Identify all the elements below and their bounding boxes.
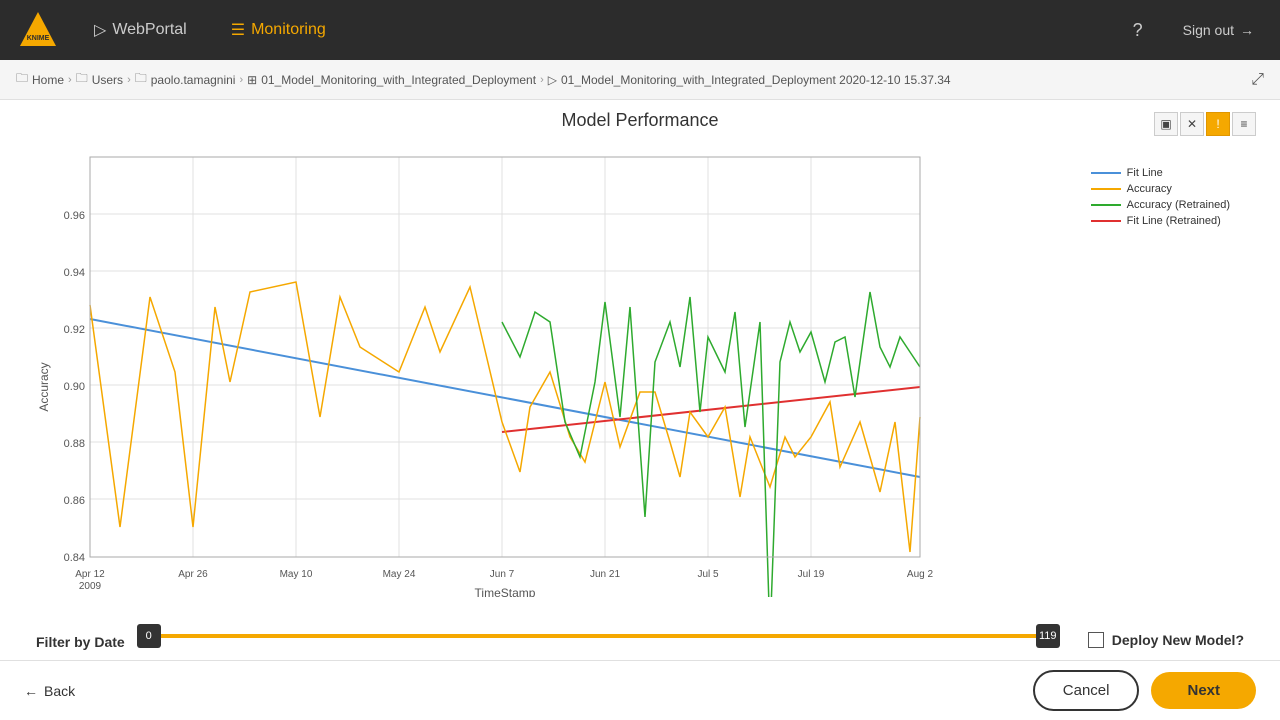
logo-area[interactable]: KNIME — [16, 8, 60, 52]
legend-fit-line: Fit Line — [1091, 167, 1230, 179]
chart-ctrl-2[interactable]: ✕ — [1180, 112, 1204, 136]
help-button[interactable]: ? — [1127, 14, 1149, 47]
svg-text:Jun 21: Jun 21 — [590, 569, 620, 580]
breadcrumb: 🗀 Home › 🗀 Users › 🗀 paolo.tamagnini › ⊞… — [0, 60, 1280, 100]
bottom-bar: ← Back Cancel Next — [0, 660, 1280, 720]
folder-icon-3: 🗀 — [135, 69, 147, 90]
legend-accuracy-retrained: Accuracy (Retrained) — [1091, 199, 1230, 211]
back-button[interactable]: ← Back — [24, 683, 75, 699]
legend-fit-line-retrained: Fit Line (Retrained) — [1091, 215, 1230, 227]
svg-text:0.90: 0.90 — [64, 381, 85, 393]
svg-text:May 10: May 10 — [280, 569, 313, 580]
svg-text:Apr 26: Apr 26 — [178, 569, 208, 580]
legend-accuracy: Accuracy — [1091, 183, 1230, 195]
workflow-icon: ⊞ — [247, 73, 257, 87]
svg-text:0.86: 0.86 — [64, 495, 85, 507]
chart-legend: Fit Line Accuracy Accuracy (Retrained) F… — [1091, 167, 1230, 231]
breadcrumb-user[interactable]: 🗀 paolo.tamagnini — [135, 69, 236, 90]
breadcrumb-users[interactable]: 🗀 Users — [76, 69, 123, 90]
breadcrumb-sep-2: › — [127, 74, 131, 86]
webportal-nav-item[interactable]: ▷ WebPortal — [84, 14, 197, 46]
top-navigation: KNIME ▷ WebPortal ☰ Monitoring ? Sign ou… — [0, 0, 1280, 60]
svg-text:0.88: 0.88 — [64, 438, 85, 450]
slider-thumb-left[interactable]: 0 — [137, 624, 161, 648]
svg-text:0.96: 0.96 — [64, 210, 85, 222]
svg-text:TimeStamp: TimeStamp — [475, 586, 536, 597]
svg-text:0.84: 0.84 — [64, 552, 85, 564]
chart-ctrl-warning[interactable]: ! — [1206, 112, 1230, 136]
monitoring-nav-item[interactable]: ☰ Monitoring — [221, 14, 336, 46]
svg-text:KNIME: KNIME — [27, 35, 50, 42]
svg-text:Accuracy: Accuracy — [37, 362, 51, 411]
folder-icon-2: 🗀 — [76, 69, 88, 90]
breadcrumb-workflow[interactable]: ⊞ 01_Model_Monitoring_with_Integrated_De… — [247, 73, 536, 87]
monitoring-icon: ☰ — [231, 20, 245, 40]
deploy-checkbox[interactable] — [1088, 632, 1104, 648]
breadcrumb-sep-4: › — [540, 74, 544, 86]
sign-out-button[interactable]: Sign out → — [1173, 16, 1264, 44]
expand-button[interactable]: ⤢ — [1251, 71, 1264, 89]
folder-icon: 🗀 — [16, 69, 28, 90]
chart-title: Model Performance — [20, 110, 1260, 131]
chart-controls: ▣ ✕ ! ≡ — [1154, 112, 1256, 136]
main-content: ▣ ✕ ! ≡ Model Performance Accuracy — [0, 100, 1280, 680]
svg-text:0.92: 0.92 — [64, 324, 85, 336]
svg-text:May 24: May 24 — [383, 569, 416, 580]
svg-text:Apr 12: Apr 12 — [75, 569, 105, 580]
breadcrumb-sep-1: › — [68, 74, 72, 86]
sign-out-icon: → — [1240, 22, 1254, 38]
deploy-label: Deploy New Model? — [1112, 632, 1244, 648]
webportal-label: WebPortal — [112, 21, 186, 39]
sign-out-label: Sign out — [1183, 22, 1234, 38]
svg-text:0.94: 0.94 — [64, 267, 85, 279]
next-button[interactable]: Next — [1151, 672, 1256, 709]
svg-text:Jul 5: Jul 5 — [697, 569, 719, 580]
slider-thumb-right[interactable]: 119 — [1036, 624, 1060, 648]
svg-text:Jun 7: Jun 7 — [490, 569, 515, 580]
svg-text:Jul 19: Jul 19 — [798, 569, 825, 580]
svg-text:Aug 2: Aug 2 — [907, 569, 934, 580]
chart-ctrl-menu[interactable]: ≡ — [1232, 112, 1256, 136]
chart-ctrl-1[interactable]: ▣ — [1154, 112, 1178, 136]
play-icon: ▷ — [94, 20, 106, 40]
monitoring-label: Monitoring — [251, 21, 326, 39]
knime-logo: KNIME — [16, 8, 60, 52]
breadcrumb-run[interactable]: ▷ 01_Model_Monitoring_with_Integrated_De… — [548, 73, 951, 87]
chart-wrapper: Accuracy 0.84 0.86 — [20, 137, 1260, 602]
back-arrow-icon: ← — [24, 683, 38, 699]
breadcrumb-home[interactable]: 🗀 Home — [16, 69, 64, 90]
svg-text:2009: 2009 — [79, 581, 102, 592]
chart-svg: Accuracy 0.84 0.86 — [30, 137, 950, 597]
run-icon: ▷ — [548, 73, 557, 87]
breadcrumb-sep-3: › — [239, 74, 243, 86]
cancel-button[interactable]: Cancel — [1033, 670, 1140, 711]
filter-label: Filter by Date — [36, 634, 125, 650]
